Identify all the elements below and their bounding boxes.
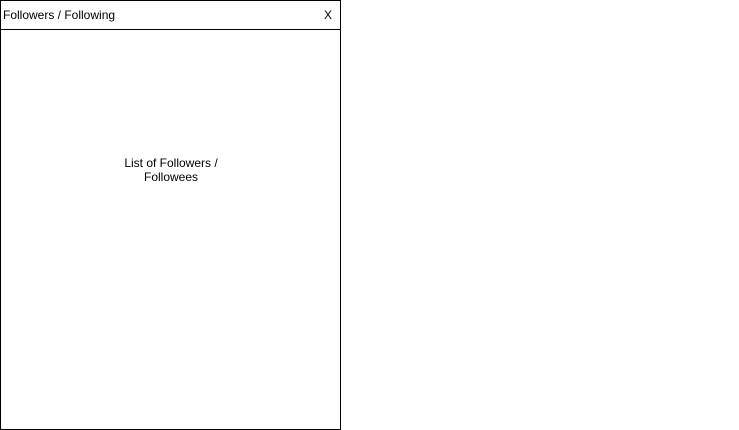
page: Followers / Following X List of Follower… xyxy=(0,0,739,430)
close-button[interactable]: X xyxy=(324,8,332,23)
list-placeholder-text: List of Followers / Followees xyxy=(124,156,218,184)
dialog-header: Followers / Following X xyxy=(1,1,340,30)
followers-list-area: List of Followers / Followees xyxy=(1,30,340,429)
dialog-title: Followers / Following xyxy=(3,8,116,22)
followers-following-dialog: Followers / Following X List of Follower… xyxy=(0,0,341,430)
